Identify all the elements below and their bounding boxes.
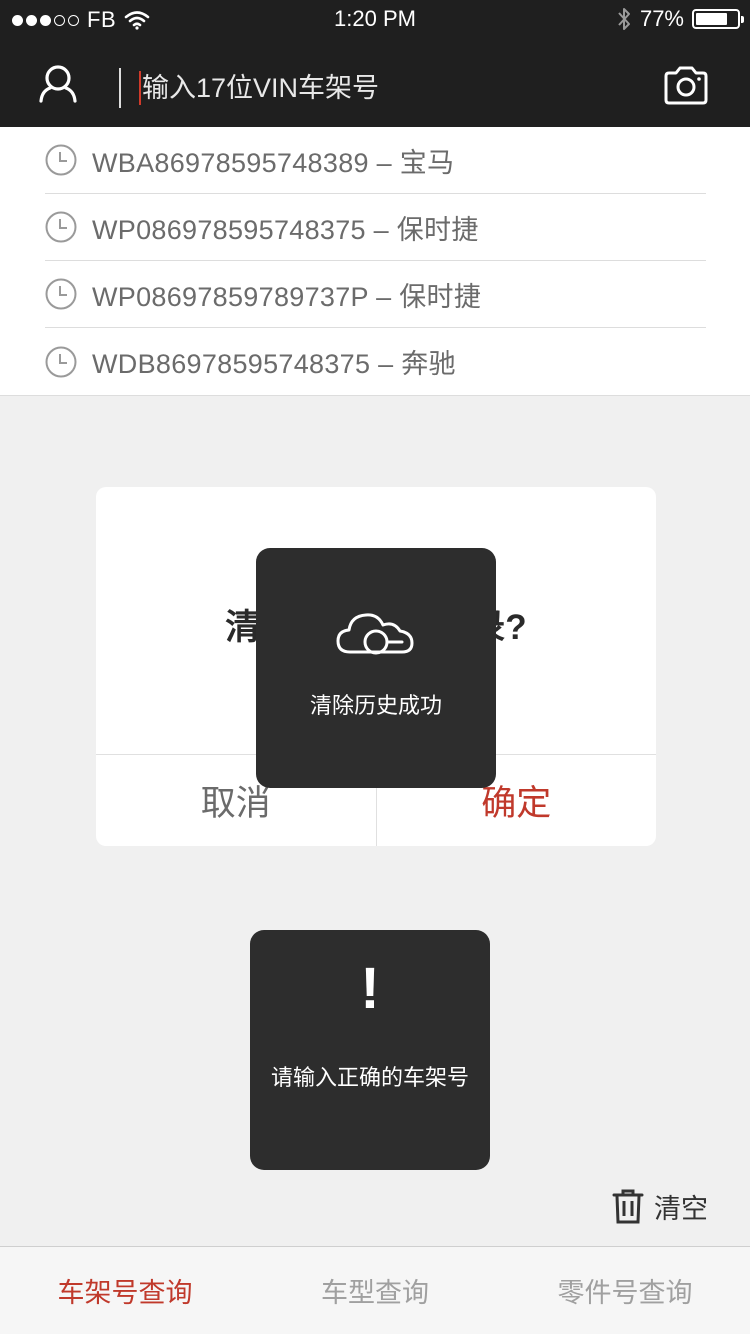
history-list: WBA86978595748389 – 宝马 WP086978595748375… [0,127,750,396]
cloud-check-icon [336,613,414,655]
vin-search-input[interactable] [142,68,622,108]
bluetooth-icon [618,8,630,30]
search-nav [0,40,750,127]
text-cursor [139,71,141,105]
success-toast: 清除历史成功 [256,548,496,788]
trash-icon [612,1189,644,1224]
exclamation-icon: ! [360,956,380,1021]
bottom-tab-bar: 车架号查询 车型查询 零件号查询 [0,1246,750,1334]
history-item-label: WDB86978595748375 – 奔驰 [92,349,456,379]
history-item[interactable]: WP08697859789737P – 保时捷 [45,261,706,328]
history-item[interactable]: WP086978595748375 – 保时捷 [45,194,706,261]
error-toast-text: 请输入正确的车架号 [270,1065,469,1090]
status-bar: FB 1:20 PM 77% [0,0,750,40]
tab-vin-query[interactable]: 车架号查询 [0,1247,250,1334]
battery-percent: 77% [639,6,684,31]
status-right: 77% [616,6,744,32]
history-item-label: WP086978595748375 – 保时捷 [92,214,479,245]
user-icon[interactable] [38,64,78,104]
clock-icon [45,346,77,377]
battery-level [696,13,727,25]
battery-cap [741,16,744,23]
camera-icon[interactable] [662,66,710,106]
error-toast: ! 请输入正确的车架号 [250,930,490,1170]
clock-icon [45,278,77,310]
clear-history-label: 清空 [654,1193,708,1224]
app-screen: FB 1:20 PM 77% 输入17位VIN车架号 WBA8697859574… [0,0,750,1334]
history-item[interactable]: WBA86978595748389 – 宝马 [45,127,706,194]
tab-model-query[interactable]: 车型查询 [250,1247,500,1334]
clear-history-button[interactable]: 清空 [612,1186,708,1226]
history-item-label: WP08697859789737P – 保时捷 [92,281,482,312]
success-toast-text: 清除历史成功 [309,693,442,718]
clock-icon [45,144,77,176]
tab-part-query[interactable]: 零件号查询 [500,1247,750,1334]
battery-icon [692,9,744,29]
nav-divider [119,68,121,108]
history-item[interactable]: WDB86978595748375 – 奔驰 [45,328,706,395]
history-item-label: WBA86978595748389 – 宝马 [92,147,455,178]
clock-icon [45,211,77,243]
top-bar: FB 1:20 PM 77% [0,0,750,127]
